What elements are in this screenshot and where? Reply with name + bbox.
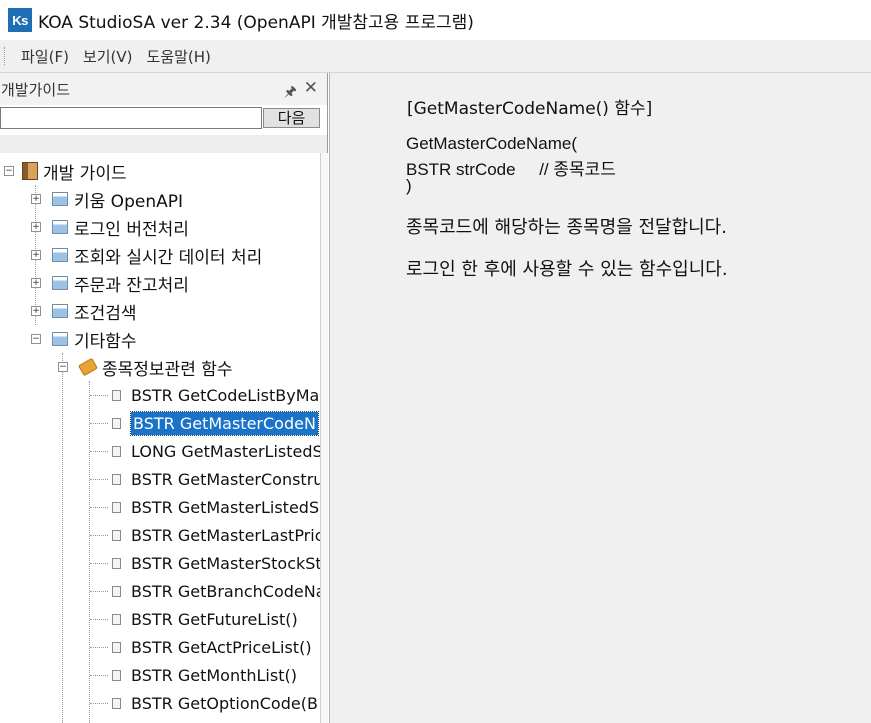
close-icon[interactable]: ✕ — [304, 78, 318, 98]
tree-item-function[interactable]: BSTR GetBranchCodeNa — [0, 577, 320, 605]
document-icon — [112, 697, 121, 709]
document-icon — [112, 417, 121, 429]
function-label: LONG GetMasterListedS — [131, 441, 320, 461]
category-icon — [52, 220, 68, 234]
content-panel: [GetMasterCodeName() 함수] GetMasterCodeNa… — [329, 73, 871, 723]
pin-icon[interactable]: 🖈 — [284, 81, 297, 105]
code-line: BSTR strCode // 종목코드 — [406, 160, 616, 179]
category-icon — [52, 192, 68, 206]
tree-category-order[interactable]: + 주문과 잔고처리 — [0, 269, 189, 297]
scrollbar[interactable] — [320, 153, 328, 723]
menu-help[interactable]: 도움말(H) — [140, 46, 218, 67]
tree-category-openapi[interactable]: + 키움 OpenAPI — [0, 185, 183, 213]
tree-item-function[interactable]: BSTR GetFutureList() — [0, 605, 298, 633]
menu-view[interactable]: 보기(V) — [76, 46, 140, 67]
document-icon — [112, 389, 121, 401]
function-label: BSTR GetFutureList() — [131, 609, 298, 629]
expand-icon[interactable]: + — [31, 250, 41, 260]
category-label: 로그인 버전처리 — [74, 219, 189, 240]
dev-guide-panel: 개발가이드 🖈 ✕ 다음 − 개발 가이드 + 키움 OpenAPI + 로그인… — [0, 73, 328, 723]
search-input[interactable] — [0, 107, 262, 129]
function-label: BSTR GetOptionCode(B — [131, 693, 318, 713]
collapse-icon[interactable]: − — [58, 362, 68, 372]
subcategory-label: 종목정보관련 함수 — [102, 359, 233, 380]
description-line: 종목코드에 해당하는 종목명을 전달합니다. — [406, 217, 727, 238]
function-label: BSTR GetCodeListByMa — [131, 385, 320, 405]
window-title: KOA StudioSA ver 2.34 (OpenAPI 개발참고용 프로그… — [38, 12, 474, 33]
category-label: 주문과 잔고처리 — [74, 275, 189, 296]
tree-subcategory[interactable]: − 종목정보관련 함수 — [0, 353, 233, 381]
tag-icon — [78, 357, 98, 377]
tree-root[interactable]: − 개발 가이드 — [0, 157, 127, 185]
document-icon — [112, 501, 121, 513]
tree-item-function[interactable]: BSTR GetMasterLastPric — [0, 521, 320, 549]
category-icon — [52, 304, 68, 318]
title-bar: Ks KOA StudioSA ver 2.34 (OpenAPI 개발참고용 … — [0, 0, 871, 40]
book-icon — [22, 162, 38, 180]
tree-item-function[interactable]: BSTR GetMasterListedS — [0, 493, 319, 521]
tree-category-etc[interactable]: − 기타함수 — [0, 325, 137, 353]
category-label: 조건검색 — [74, 303, 137, 324]
category-icon — [52, 276, 68, 290]
function-heading: [GetMasterCodeName() 함수] — [407, 99, 653, 119]
category-label: 기타함수 — [74, 331, 137, 352]
expand-icon[interactable]: + — [31, 222, 41, 232]
function-label: BSTR GetBranchCodeNa — [131, 581, 320, 601]
tree-category-condition[interactable]: + 조건검색 — [0, 297, 137, 325]
menu-file[interactable]: 파일(F) — [14, 46, 76, 67]
tree-item-function[interactable]: LONG GetMasterListedS — [0, 437, 320, 465]
document-icon — [112, 669, 121, 681]
function-label: BSTR GetMasterConstru — [131, 469, 320, 489]
function-label: BSTR GetMonthList() — [131, 665, 297, 685]
tree-item-function[interactable]: BSTR GetMonthList() — [0, 661, 297, 689]
code-line: GetMasterCodeName( — [406, 134, 578, 153]
document-icon — [112, 473, 121, 485]
collapse-icon[interactable]: − — [4, 166, 14, 176]
category-icon — [52, 248, 68, 262]
panel-header: 개발가이드 🖈 ✕ — [0, 73, 327, 105]
panel-title: 개발가이드 — [1, 80, 71, 99]
description-line: 로그인 한 후에 사용할 수 있는 함수입니다. — [406, 259, 728, 280]
document-icon — [112, 613, 121, 625]
collapse-icon[interactable]: − — [31, 334, 41, 344]
tree-item-function[interactable]: BSTR GetMasterStockSt — [0, 549, 320, 577]
function-label: BSTR GetMasterCodeN — [130, 410, 319, 436]
document-icon — [112, 529, 121, 541]
next-button[interactable]: 다음 — [263, 108, 320, 128]
category-label: 조회와 실시간 데이터 처리 — [74, 247, 263, 268]
tree-category-login[interactable]: + 로그인 버전처리 — [0, 213, 189, 241]
tree-item-function[interactable]: BSTR GetCodeListByMa — [0, 381, 319, 409]
function-label: BSTR GetMasterListedS — [131, 497, 320, 517]
tree-root-label: 개발 가이드 — [43, 163, 127, 184]
app-icon: Ks — [8, 8, 32, 32]
panel-strip — [0, 135, 327, 153]
document-icon — [112, 445, 121, 457]
tree-item-function[interactable]: BSTR GetOptionCode(B — [0, 689, 318, 717]
tree-item-function[interactable]: BSTR GetMasterConstru — [0, 465, 320, 493]
search-row: 다음 — [0, 107, 327, 131]
expand-icon[interactable]: + — [31, 306, 41, 316]
menu-bar: 파일(F) 보기(V) 도움말(H) — [0, 40, 871, 73]
code-line: ) — [406, 176, 412, 195]
tree-item-function[interactable]: BSTR GetMasterCodeN — [0, 409, 319, 437]
category-icon — [52, 332, 68, 346]
menu-grip — [4, 47, 8, 65]
category-label: 키움 OpenAPI — [74, 191, 183, 212]
expand-icon[interactable]: + — [31, 278, 41, 288]
function-label: BSTR GetMasterStockSt — [131, 553, 320, 573]
function-label: BSTR GetMasterLastPric — [131, 525, 320, 545]
document-icon — [112, 557, 121, 569]
guide-tree: − 개발 가이드 + 키움 OpenAPI + 로그인 버전처리 + 조회와 실… — [0, 157, 320, 723]
tree-item-function[interactable]: BSTR GetActPriceList() — [0, 633, 312, 661]
tree-category-query[interactable]: + 조회와 실시간 데이터 처리 — [0, 241, 262, 269]
expand-icon[interactable]: + — [31, 194, 41, 204]
document-icon — [112, 585, 121, 597]
function-label: BSTR GetActPriceList() — [131, 637, 312, 657]
document-icon — [112, 641, 121, 653]
